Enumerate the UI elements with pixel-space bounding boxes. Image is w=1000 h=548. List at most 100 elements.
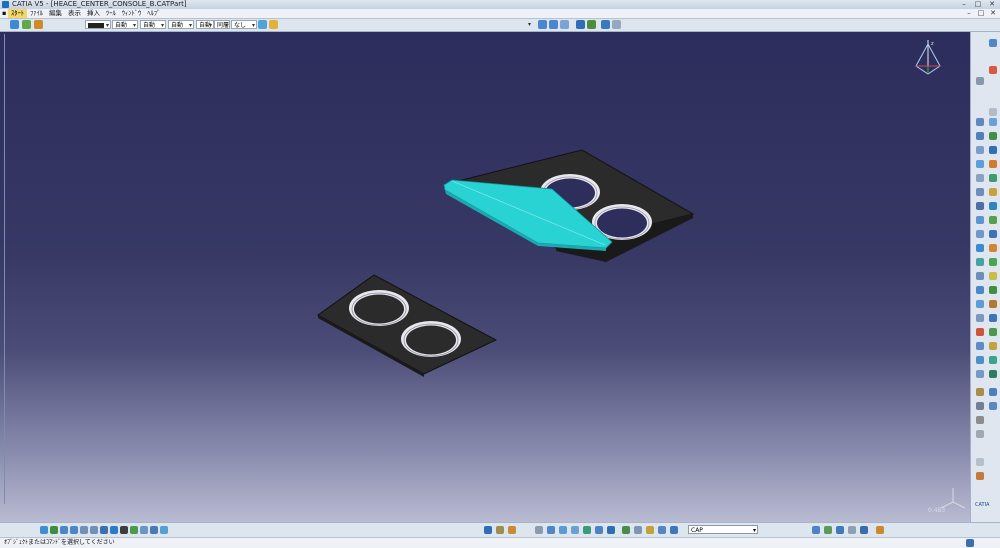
select-icon[interactable] <box>484 526 492 534</box>
knowledge-icon[interactable] <box>34 20 43 29</box>
revolve-icon[interactable] <box>989 230 997 238</box>
render-style-icon[interactable] <box>160 526 168 534</box>
circle-icon[interactable] <box>976 160 984 168</box>
compass-icon[interactable]: z <box>915 40 941 75</box>
status-icon[interactable] <box>966 539 974 547</box>
pattern-icon[interactable] <box>989 328 997 336</box>
scaling-icon[interactable] <box>989 356 997 364</box>
curve-bottom-icon[interactable] <box>634 526 642 534</box>
snap-icon[interactable] <box>976 416 984 424</box>
menu-help[interactable]: ﾍﾙﾌﾟ <box>144 9 163 18</box>
pocket-icon[interactable] <box>989 146 997 154</box>
sketch-icon[interactable] <box>989 66 997 74</box>
rotate-view-icon[interactable] <box>70 526 78 534</box>
grid-icon[interactable] <box>976 430 984 438</box>
graphic-properties-icon[interactable] <box>269 20 278 29</box>
hide-show-icon[interactable] <box>601 20 610 29</box>
minimize-button[interactable]: – <box>958 0 970 8</box>
multisection-icon[interactable] <box>976 286 984 294</box>
rule-bottom-icon[interactable] <box>836 526 844 534</box>
point-symbol-dropdown[interactable]: 自動 <box>196 20 214 29</box>
rib-icon[interactable] <box>989 202 997 210</box>
point-icon[interactable] <box>976 132 984 140</box>
split-icon[interactable] <box>976 314 984 322</box>
plate-front[interactable] <box>317 274 498 377</box>
constraints-bottom-icon[interactable] <box>508 526 516 534</box>
boolean-icon[interactable] <box>989 342 997 350</box>
workbench-icon[interactable] <box>10 20 19 29</box>
spline-icon[interactable] <box>976 174 984 182</box>
menu-file[interactable]: ﾌｧｲﾙ <box>27 9 46 18</box>
surface-bottom-icon[interactable] <box>571 526 579 534</box>
tools-icon[interactable] <box>976 402 984 410</box>
normal-view-icon[interactable] <box>576 20 585 29</box>
right-tool-more-icon[interactable] <box>976 458 984 466</box>
measure-icon[interactable] <box>976 388 984 396</box>
linetype-dropdown[interactable]: 自動 <box>168 20 194 29</box>
pan-icon[interactable] <box>549 20 558 29</box>
draft-icon[interactable] <box>989 272 997 280</box>
line-icon[interactable] <box>976 118 984 126</box>
axis-system-icon[interactable] <box>976 77 984 85</box>
slot-icon[interactable] <box>989 216 997 224</box>
doc-restore-button[interactable]: □ <box>976 9 986 18</box>
menu-edit[interactable]: 編集 <box>46 9 65 18</box>
iso-view-icon[interactable] <box>110 526 118 534</box>
doc-close-button[interactable]: ✕ <box>988 9 998 18</box>
extrude-icon[interactable] <box>976 230 984 238</box>
fly-mode-icon[interactable] <box>40 526 48 534</box>
transform-bottom-icon[interactable] <box>547 526 555 534</box>
chamfer-icon[interactable] <box>989 258 997 266</box>
apply-appearance-icon[interactable] <box>876 526 884 534</box>
dressup-bottom-icon[interactable] <box>535 526 543 534</box>
menu-window[interactable]: ｳｨﾝﾄﾞｳ <box>119 9 145 18</box>
shading-icon[interactable] <box>120 526 128 534</box>
project-icon[interactable] <box>976 202 984 210</box>
fit-all-in-icon[interactable] <box>50 526 58 534</box>
operation-bottom-icon[interactable] <box>595 526 603 534</box>
swap-icon[interactable] <box>140 526 148 534</box>
menu-tools[interactable]: ﾂｰﾙ <box>103 9 119 18</box>
law-bottom-icon[interactable] <box>646 526 654 534</box>
menu-insert[interactable]: 挿入 <box>84 9 103 18</box>
zoom-in-icon[interactable] <box>80 526 88 534</box>
knowledge-bottom-icon[interactable] <box>812 526 820 534</box>
format-painter-icon[interactable] <box>258 20 267 29</box>
analysis-bottom-icon[interactable] <box>607 526 615 534</box>
swap-visible-space-icon[interactable] <box>612 20 621 29</box>
zoom-area-icon[interactable] <box>560 20 569 29</box>
sketcher-bottom-icon[interactable] <box>496 526 504 534</box>
reference-bottom-icon[interactable] <box>559 526 567 534</box>
line-thickness-dropdown[interactable]: 自動 <box>140 20 166 29</box>
trim-icon[interactable] <box>989 314 997 322</box>
transparency-dropdown[interactable]: 自動 <box>112 20 138 29</box>
fillet-icon[interactable] <box>989 244 997 252</box>
sweep-icon[interactable] <box>976 244 984 252</box>
multi-view-icon[interactable] <box>150 526 158 534</box>
fit-all-icon[interactable] <box>587 20 596 29</box>
translate-icon[interactable] <box>976 342 984 350</box>
ring-front-2[interactable] <box>401 321 461 357</box>
check-bottom-icon[interactable] <box>848 526 856 534</box>
command-input[interactable]: CAP <box>688 525 758 535</box>
body-icon[interactable] <box>989 370 997 378</box>
analysis-icon[interactable] <box>989 388 997 396</box>
rendering-dropdown[interactable]: なし <box>231 20 257 29</box>
zoom-out-icon[interactable] <box>90 526 98 534</box>
symmetry-icon[interactable] <box>976 370 984 378</box>
color-picker[interactable] <box>85 20 111 29</box>
menu-start[interactable]: ｽﾀｰﾄ <box>8 9 27 18</box>
shell-icon[interactable] <box>989 286 997 294</box>
3d-viewport[interactable]: z 0.483 <box>0 32 970 522</box>
polyline-icon[interactable] <box>976 146 984 154</box>
layer-dropdown[interactable]: 同層 <box>214 20 230 29</box>
rotate-feature-icon[interactable] <box>976 356 984 364</box>
blend-icon[interactable] <box>976 258 984 266</box>
catalog-icon[interactable] <box>976 472 984 480</box>
rotate-icon[interactable] <box>538 20 547 29</box>
apply-material-icon[interactable] <box>989 402 997 410</box>
update-icon[interactable] <box>22 20 31 29</box>
pan-view-icon[interactable] <box>60 526 68 534</box>
hole-icon[interactable] <box>989 188 997 196</box>
groove-icon[interactable] <box>989 174 997 182</box>
